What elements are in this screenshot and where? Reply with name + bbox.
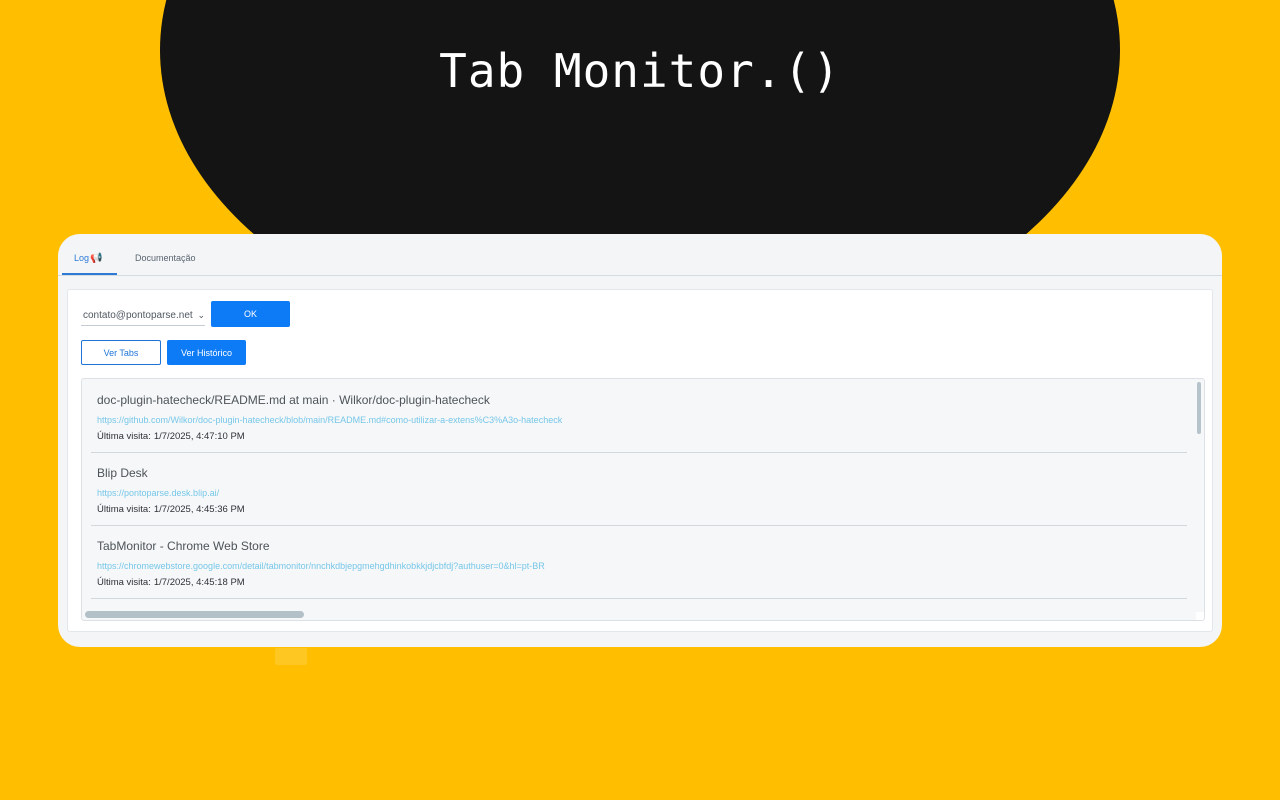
hero-title: Tab Monitor.() [439, 44, 841, 98]
last-visit-label: Última visita: [97, 577, 151, 588]
megaphone-icon: 📢 [90, 253, 103, 264]
ok-button[interactable]: OK [211, 301, 290, 327]
item-last-visit: Última visita: 1/7/2025, 4:45:36 PM [97, 504, 245, 515]
last-visit-time: 1/7/2025, 4:45:36 PM [153, 504, 245, 515]
item-url-link[interactable]: https://github.com/Wilkor/doc-plugin-hat… [97, 415, 562, 425]
item-url-link[interactable]: https://pontoparse.desk.blip.ai/ [97, 488, 219, 498]
item-title: TabMonitor - Chrome Web Store [97, 539, 270, 553]
last-visit-time: 1/7/2025, 4:45:18 PM [153, 577, 245, 588]
item-last-visit: Última visita: 1/7/2025, 4:45:18 PM [97, 577, 245, 588]
last-visit-label: Última visita: [97, 431, 151, 442]
scroll-corner [1196, 612, 1204, 620]
list-item[interactable]: Blip Desk https://pontoparse.desk.blip.a… [91, 452, 1187, 526]
item-last-visit: Última visita: 1/7/2025, 4:47:10 PM [97, 431, 245, 442]
history-list[interactable]: doc-plugin-hatecheck/README.md at main ·… [81, 378, 1205, 621]
tab-log-label: Log [74, 253, 90, 263]
active-tab-indicator [62, 273, 117, 275]
ver-historico-button[interactable]: Ver Histórico [167, 340, 246, 365]
log-panel: contato@pontoparse.net ⌄ OK Ver Tabs Ver… [67, 289, 1213, 632]
list-item[interactable]: TabMonitor - Chrome Web Store https://ch… [91, 525, 1187, 599]
vertical-scrollbar[interactable] [1197, 382, 1201, 434]
tab-documentacao[interactable]: Documentação [135, 253, 196, 263]
item-title: Blip Desk [97, 466, 148, 480]
account-select-value: contato@pontoparse.net [83, 309, 193, 321]
horizontal-scrollbar[interactable] [85, 611, 304, 618]
tab-documentacao-label: Documentação [135, 253, 196, 263]
decorative-shadow [275, 648, 307, 665]
tab-log[interactable]: Log📢 [74, 253, 102, 264]
last-visit-time: 1/7/2025, 4:47:10 PM [153, 431, 245, 442]
tab-bar: Log📢 Documentação [58, 234, 1222, 276]
ver-tabs-button[interactable]: Ver Tabs [81, 340, 161, 365]
extension-window: Log📢 Documentação contato@pontoparse.net… [58, 234, 1222, 647]
last-visit-label: Última visita: [97, 504, 151, 515]
account-select[interactable]: contato@pontoparse.net ⌄ [81, 305, 205, 326]
list-item[interactable]: doc-plugin-hatecheck/README.md at main ·… [91, 379, 1187, 453]
item-title: doc-plugin-hatecheck/README.md at main ·… [97, 393, 490, 407]
chevron-down-icon: ⌄ [197, 309, 205, 320]
item-url-link[interactable]: https://chromewebstore.google.com/detail… [97, 561, 545, 571]
